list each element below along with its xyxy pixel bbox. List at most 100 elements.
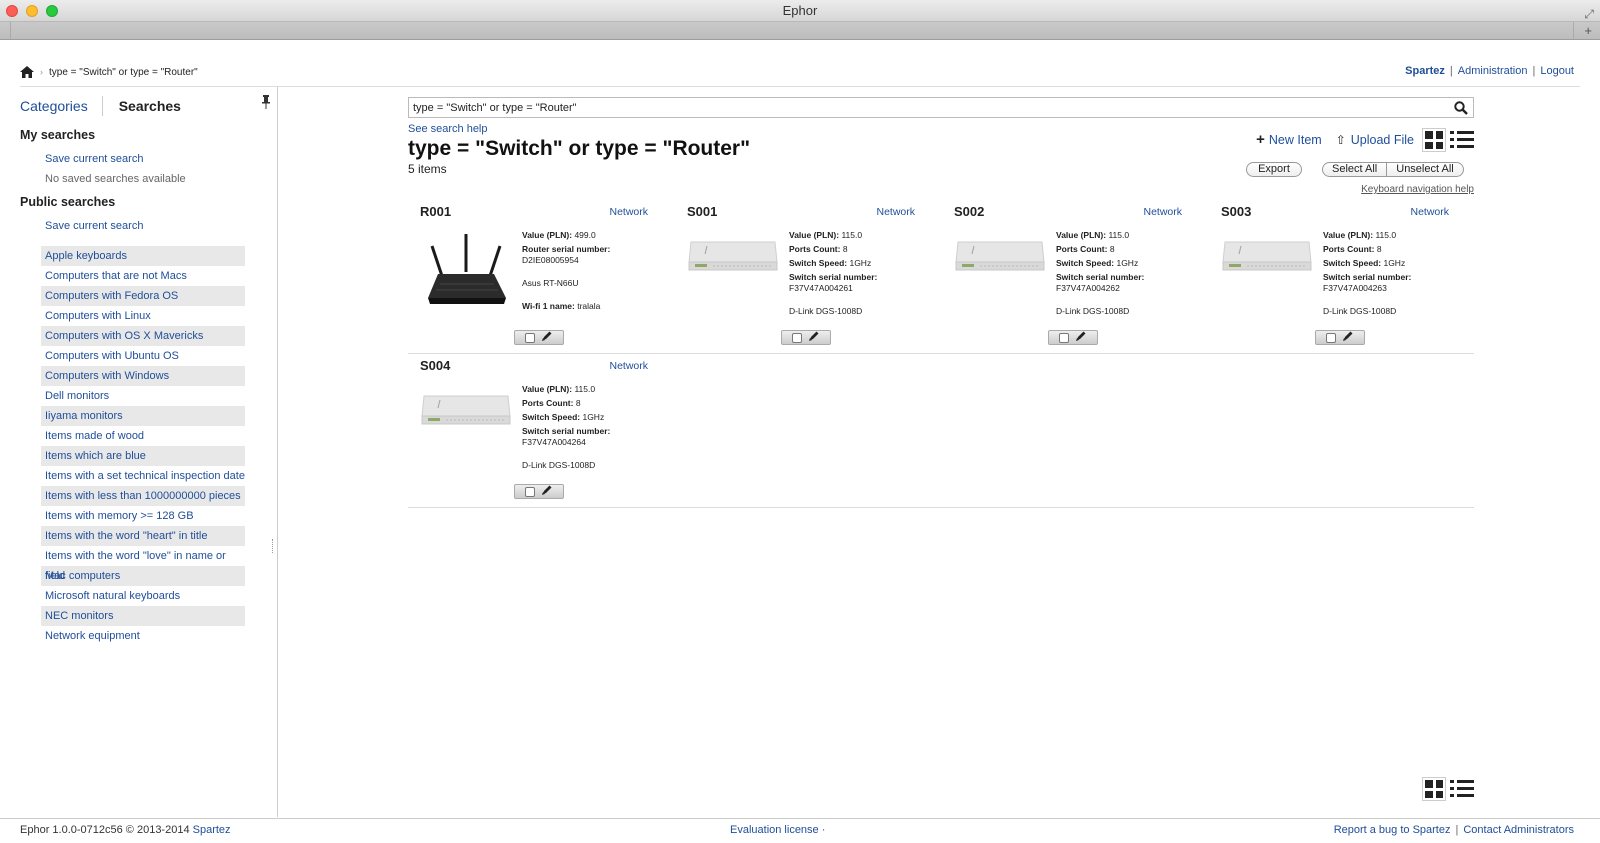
unselect-all-button[interactable]: Unselect All xyxy=(1386,163,1462,176)
grid-view-icon[interactable] xyxy=(1422,128,1446,152)
browser-tab[interactable] xyxy=(10,22,1574,39)
item-card[interactable]: S001 Network Value (PLN): 115.0 Ports Count… xyxy=(675,200,925,345)
footer-version: Ephor 1.0.0-0712c56 © 2013-2014 Spartez xyxy=(20,824,231,836)
item-property: Ports Count: 8 xyxy=(522,398,658,409)
item-select-checkbox[interactable] xyxy=(1326,332,1336,343)
list-view-icon[interactable] xyxy=(1450,777,1474,801)
export-button[interactable]: Export xyxy=(1246,162,1302,177)
public-search-item[interactable]: Dell monitors xyxy=(41,386,245,406)
result-count: 5 items xyxy=(408,162,447,176)
list-view-icon[interactable] xyxy=(1450,128,1474,152)
edit-pencil-icon[interactable] xyxy=(541,330,553,345)
breadcrumb: › type = "Switch" or type = "Router" xyxy=(20,65,198,79)
item-select-checkbox[interactable] xyxy=(1059,332,1069,343)
property-label: Ports Count: xyxy=(789,244,841,254)
item-id-link[interactable]: S001 xyxy=(687,204,717,219)
breadcrumb-current: type = "Switch" or type = "Router" xyxy=(49,66,198,78)
public-searches-list: Apple keyboards Computers that are not Ma… xyxy=(41,246,245,646)
save-current-search-link[interactable]: Save current search xyxy=(45,153,143,165)
grid-view-icon[interactable] xyxy=(1422,777,1446,801)
edit-pencil-icon[interactable] xyxy=(1342,330,1354,345)
sidebar-resize-handle[interactable] xyxy=(272,539,274,553)
upload-file-button[interactable]: ⇧ Upload File xyxy=(1336,133,1414,147)
maximize-window-button[interactable] xyxy=(46,5,58,17)
switch-image[interactable] xyxy=(954,232,1046,312)
public-search-item[interactable]: Apple keyboards xyxy=(41,246,245,266)
user-link[interactable]: Spartez xyxy=(1405,65,1445,77)
public-search-item[interactable]: Items with less than 1000000000 pieces xyxy=(41,486,245,506)
item-select-checkbox[interactable] xyxy=(792,332,802,343)
item-category-link[interactable]: Network xyxy=(609,360,648,372)
item-property: Switch Speed: 1GHz xyxy=(1056,258,1192,269)
public-search-item[interactable]: Items with a set technical inspection da… xyxy=(41,466,245,486)
select-all-button[interactable]: Select All xyxy=(1323,163,1386,176)
pin-icon[interactable] xyxy=(262,95,270,109)
public-search-item[interactable]: Items made of wood xyxy=(41,426,245,446)
item-id-link[interactable]: S003 xyxy=(1221,204,1251,219)
item-card[interactable]: R001 Network Value (PLN): 499.0 Router seri… xyxy=(408,200,658,345)
search-help-link[interactable]: See search help xyxy=(408,123,488,135)
tab-searches[interactable]: Searches xyxy=(103,96,181,116)
public-search-item[interactable]: Computers that are not Macs xyxy=(41,266,245,286)
item-card[interactable]: S003 Network Value (PLN): 115.0 Ports Count… xyxy=(1209,200,1459,345)
public-search-item[interactable]: Computers with Linux xyxy=(41,306,245,326)
switch-image[interactable] xyxy=(420,386,512,466)
tab-strip: + xyxy=(0,22,1600,40)
public-search-item[interactable]: Items with the word "heart" in title xyxy=(41,526,245,546)
view-switcher-bottom xyxy=(1422,777,1474,801)
minimize-window-button[interactable] xyxy=(26,5,38,17)
public-search-item[interactable]: Mac computers xyxy=(41,566,245,586)
public-search-item[interactable]: Iiyama monitors xyxy=(41,406,245,426)
item-id-link[interactable]: S004 xyxy=(420,358,450,373)
edit-pencil-icon[interactable] xyxy=(1075,330,1087,345)
public-search-item[interactable]: Computers with Ubuntu OS xyxy=(41,346,245,366)
license-link[interactable]: Evaluation license · xyxy=(730,824,825,836)
item-card[interactable]: S004 Network Value (PLN): 115.0 Ports Count… xyxy=(408,354,658,499)
item-property: Ports Count: 8 xyxy=(1056,244,1192,255)
new-item-button[interactable]: + New Item xyxy=(1256,131,1322,148)
public-search-item[interactable]: Microsoft natural keyboards xyxy=(41,586,245,606)
public-search-item[interactable]: Network equipment xyxy=(41,626,245,646)
public-search-item[interactable]: Computers with Fedora OS xyxy=(41,286,245,306)
item-select-checkbox[interactable] xyxy=(525,332,535,343)
new-tab-icon[interactable]: + xyxy=(1584,23,1592,38)
property-label: Switch serial number: xyxy=(789,272,878,282)
logout-link[interactable]: Logout xyxy=(1540,65,1574,77)
item-category-link[interactable]: Network xyxy=(1143,206,1182,218)
administration-link[interactable]: Administration xyxy=(1458,65,1528,77)
public-search-item[interactable]: Computers with Windows xyxy=(41,366,245,386)
item-id-link[interactable]: S002 xyxy=(954,204,984,219)
switch-image[interactable] xyxy=(687,232,779,312)
edit-pencil-icon[interactable] xyxy=(541,484,553,499)
separator: | xyxy=(1532,65,1536,77)
item-category-link[interactable]: Network xyxy=(609,206,648,218)
public-search-item[interactable]: Items which are blue xyxy=(41,446,245,466)
close-window-button[interactable] xyxy=(6,5,18,17)
company-link[interactable]: Spartez xyxy=(193,824,231,836)
window-title: Ephor xyxy=(782,3,818,18)
public-search-item[interactable]: NEC monitors xyxy=(41,606,245,626)
tab-categories[interactable]: Categories xyxy=(20,96,103,116)
item-category-link[interactable]: Network xyxy=(876,206,915,218)
item-property: Value (PLN): 115.0 xyxy=(1056,230,1192,241)
item-category-link[interactable]: Network xyxy=(1410,206,1449,218)
home-icon[interactable] xyxy=(20,66,34,78)
edit-pencil-icon[interactable] xyxy=(808,330,820,345)
contact-administrators-link[interactable]: Contact Administrators xyxy=(1463,824,1574,836)
router-image[interactable] xyxy=(420,232,512,312)
public-search-item[interactable]: Computers with OS X Mavericks xyxy=(41,326,245,346)
item-actions xyxy=(514,330,564,345)
search-icon[interactable] xyxy=(1454,101,1468,115)
keyboard-navigation-help-link[interactable]: Keyboard navigation help xyxy=(1361,184,1474,195)
public-search-item[interactable]: Items with memory >= 128 GB xyxy=(41,506,245,526)
public-search-item[interactable]: Items with the word "love" in name or fi… xyxy=(41,546,245,582)
item-properties: Value (PLN): 115.0 Ports Count: 8 Switch S… xyxy=(789,230,925,320)
search-input[interactable] xyxy=(409,98,1439,117)
property-value: 8 xyxy=(1376,244,1382,254)
switch-image[interactable] xyxy=(1221,232,1313,312)
item-select-checkbox[interactable] xyxy=(525,486,535,497)
save-public-search-link[interactable]: Save current search xyxy=(45,220,143,232)
item-card[interactable]: S002 Network Value (PLN): 115.0 Ports Count… xyxy=(942,200,1192,345)
item-id-link[interactable]: R001 xyxy=(420,204,451,219)
report-bug-link[interactable]: Report a bug to Spartez xyxy=(1334,824,1451,836)
